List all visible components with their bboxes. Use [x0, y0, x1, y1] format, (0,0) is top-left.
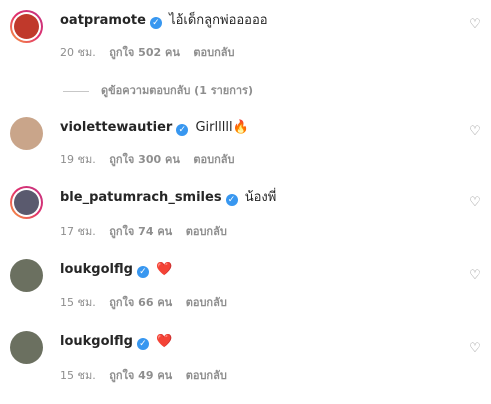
comment-item: oatpramote ✓ ไอ้เด็กลูกพ่อออออ 20 ชม. ถูก…: [0, 0, 491, 60]
avatar[interactable]: [10, 10, 43, 43]
comment-time[interactable]: 17 ชม.: [60, 225, 96, 238]
comment-likes[interactable]: ถูกใจ 502 คน: [109, 46, 180, 59]
fire-emoji: 🔥: [232, 120, 249, 135]
like-heart-icon[interactable]: ♡: [468, 125, 482, 139]
avatar[interactable]: [10, 331, 43, 364]
like-heart-icon[interactable]: ♡: [468, 269, 482, 283]
comment-item: ble_patumrach_smiles ✓ น้องพี่ 17 ชม. ถูก…: [0, 182, 491, 242]
view-replies-button[interactable]: ดูข้อความตอบกลับ (1 รายการ): [63, 81, 253, 99]
comment-text: ไอ้เด็กลูกพ่อออออ: [169, 13, 268, 28]
avatar[interactable]: [10, 259, 43, 292]
verified-badge-icon: ✓: [136, 266, 149, 278]
comment-likes[interactable]: ถูกใจ 66 คน: [109, 296, 172, 309]
verified-badge-icon: ✓: [149, 17, 162, 29]
comment-item: violettewautier ✓ Girlllll🔥 19 ชม. ถูกใจ …: [0, 112, 491, 172]
replies-divider: [63, 90, 89, 92]
comment-likes[interactable]: ถูกใจ 74 คน: [109, 225, 172, 238]
comment-text: Girlllll: [195, 120, 233, 135]
verified-badge-icon: ✓: [136, 338, 149, 350]
reply-button[interactable]: ตอบกลับ: [193, 153, 234, 166]
comment-likes[interactable]: ถูกใจ 49 คน: [109, 369, 172, 382]
comment-likes[interactable]: ถูกใจ 300 คน: [109, 153, 180, 166]
verified-badge-icon: ✓: [225, 194, 238, 206]
reply-button[interactable]: ตอบกลับ: [186, 225, 227, 238]
comment-username[interactable]: ble_patumrach_smiles: [60, 190, 222, 205]
comment-item: loukgolflg ✓ ❤️ 15 ชม. ถูกใจ 66 คน ตอบกลั…: [0, 254, 491, 314]
comment-username[interactable]: loukgolflg: [60, 262, 133, 277]
avatar[interactable]: [10, 117, 43, 150]
reply-button[interactable]: ตอบกลับ: [186, 296, 227, 309]
comment-time[interactable]: 15 ชม.: [60, 296, 96, 309]
heart-emoji: ❤️: [156, 262, 173, 277]
comment-username[interactable]: oatpramote: [60, 13, 146, 28]
comment-time[interactable]: 15 ชม.: [60, 369, 96, 382]
comment-time[interactable]: 20 ชม.: [60, 46, 96, 59]
comment-text: น้องพี่: [244, 190, 277, 205]
verified-badge-icon: ✓: [176, 124, 189, 136]
comment-time[interactable]: 19 ชม.: [60, 153, 96, 166]
avatar[interactable]: [10, 186, 43, 219]
comment-username[interactable]: loukgolflg: [60, 334, 133, 349]
heart-emoji: ❤️: [156, 334, 173, 349]
like-heart-icon[interactable]: ♡: [468, 18, 482, 32]
reply-button[interactable]: ตอบกลับ: [193, 46, 234, 59]
comment-username[interactable]: violettewautier: [60, 120, 172, 135]
like-heart-icon[interactable]: ♡: [468, 342, 482, 356]
like-heart-icon[interactable]: ♡: [468, 196, 482, 210]
comment-item: loukgolflg ✓ ❤️ 15 ชม. ถูกใจ 49 คน ตอบกลั…: [0, 326, 491, 386]
reply-button[interactable]: ตอบกลับ: [186, 369, 227, 382]
